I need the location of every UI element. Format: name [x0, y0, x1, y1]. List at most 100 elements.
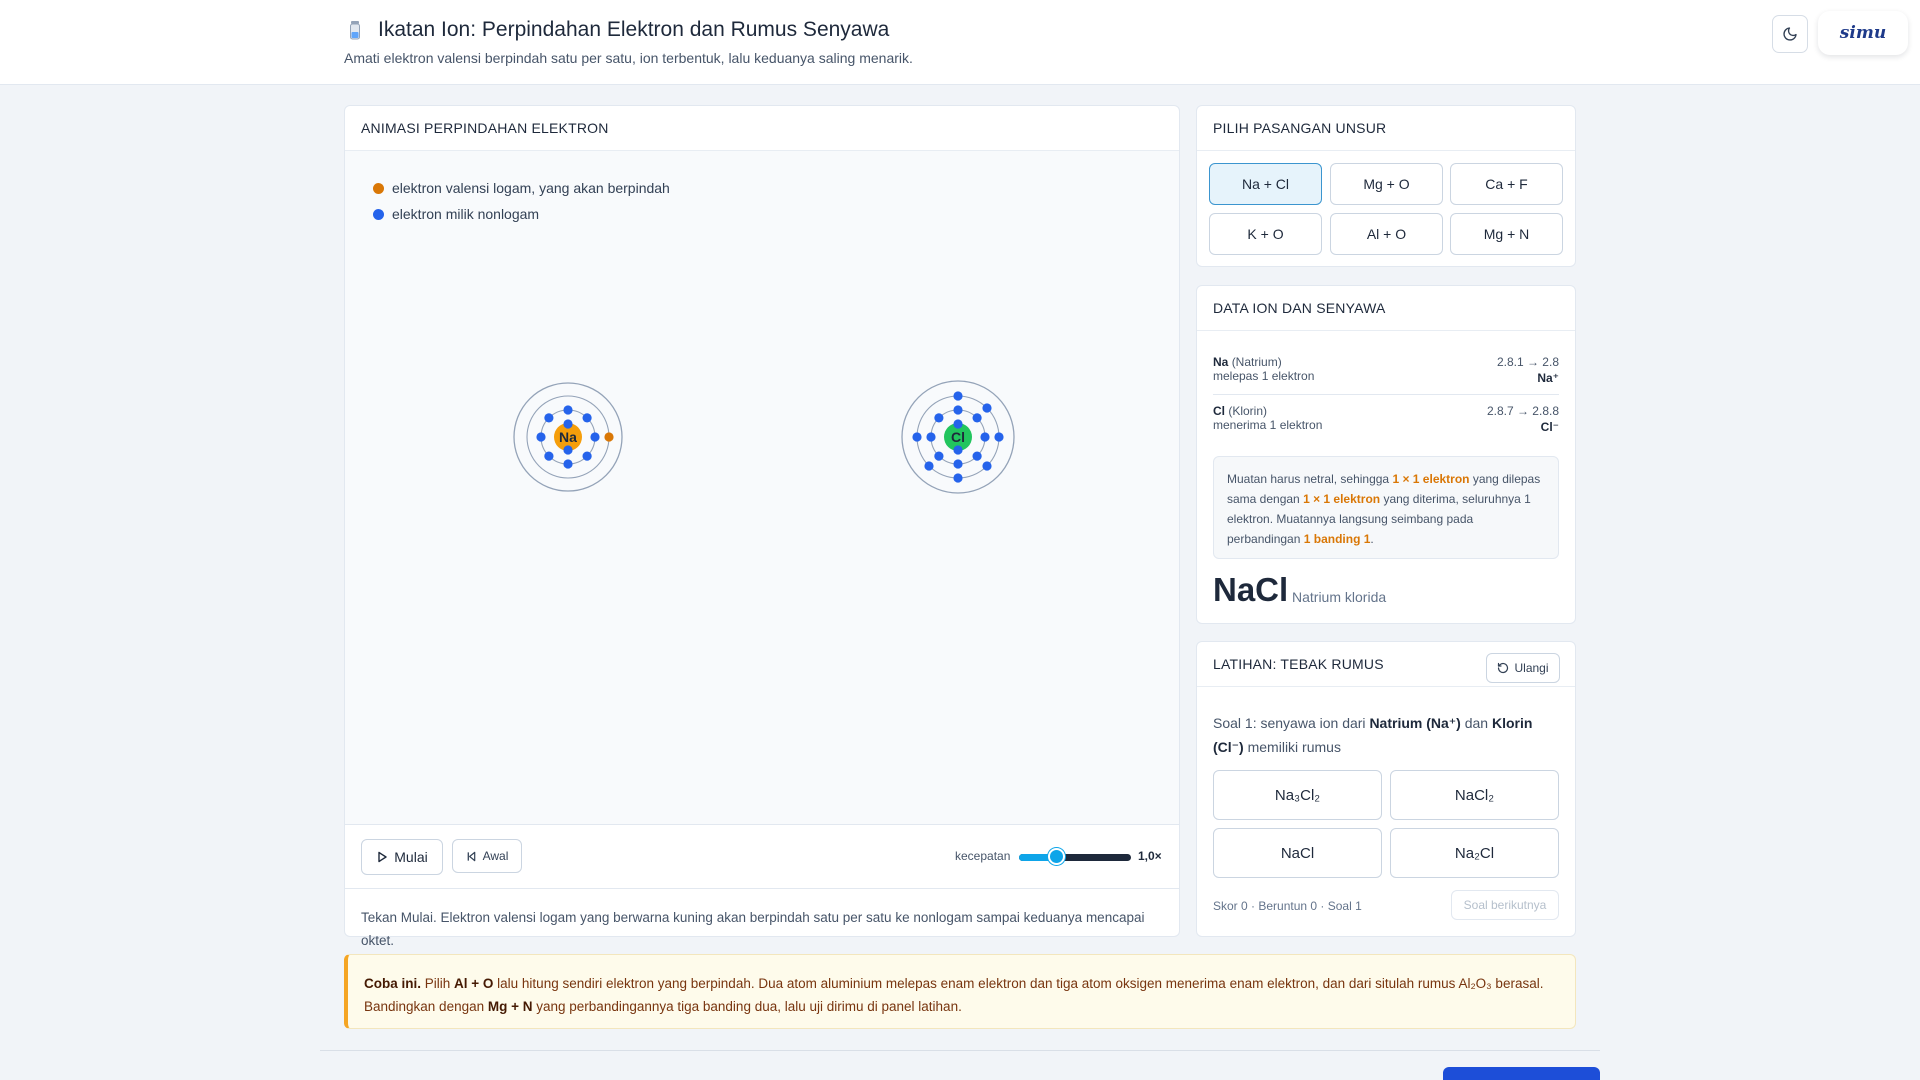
ion-data-heading: DATA ION DAN SENYAWA [1197, 286, 1575, 331]
play-icon [378, 851, 387, 863]
animation-panel: ANIMASI PERPINDAHAN ELEKTRON elektron va… [344, 105, 1180, 948]
electron [934, 413, 944, 423]
nonmetal-ion-row: Cl (Klorin) menerima 1 elektron 2.8.7 → … [1213, 404, 1559, 434]
tip-text-3: yang perbandingannya tiga banding dua, l… [532, 999, 962, 1014]
answer-button-4[interactable]: Na₂Cl [1390, 828, 1559, 878]
pair-heading: PILIH PASANGAN UNSUR [1197, 106, 1575, 151]
electron [934, 451, 944, 461]
animation-heading: ANIMASI PERPINDAHAN ELEKTRON [345, 106, 1179, 151]
electron [982, 403, 992, 413]
reset-label: Awal [482, 849, 509, 863]
question-suffix: memiliki rumus [1243, 739, 1341, 755]
metal-action: melepas 1 elektron [1213, 369, 1315, 383]
start-label: Mulai [394, 849, 428, 865]
pair-button-na-cl[interactable]: Na + Cl [1209, 163, 1322, 205]
nonmetal-ion: Cl⁻ [1540, 420, 1559, 434]
note-text-4: . [1370, 532, 1374, 546]
electron [544, 451, 554, 461]
metal-config: 2.8.1 → 2.8 [1496, 355, 1559, 369]
speed-slider[interactable] [1019, 848, 1131, 865]
title-row: Ikatan Ion: Perpindahan Elektron dan Rum… [344, 18, 889, 42]
quiz-panel: LATIHAN: TEBAK RUMUS Ulangi Soal 1: seny… [1196, 641, 1576, 937]
animation-controls: Mulai Awal kecepatan 1,0× [345, 825, 1179, 889]
electron [536, 432, 546, 442]
simu-logo[interactable]: simu [1818, 11, 1908, 55]
answer-button-2[interactable]: NaCl₂ [1390, 770, 1559, 820]
nonmetal-config: 2.8.7 → 2.8.8 [1486, 404, 1559, 418]
reset-to-start-button[interactable]: Awal [452, 839, 522, 873]
electron [994, 432, 1004, 442]
ion-divider [1213, 394, 1559, 395]
pair-button-ca-f[interactable]: Ca + F [1450, 163, 1563, 205]
note-highlight-1: 1 × 1 elektron [1392, 472, 1470, 486]
top-bar: Ikatan Ion: Perpindahan Elektron dan Rum… [0, 0, 1920, 85]
skip-back-icon [467, 851, 475, 861]
tip-text-1: Pilih [421, 976, 455, 991]
quiz-reset-label: Ulangi [1514, 661, 1549, 675]
atom-diagram: Na Cl [513, 380, 1015, 494]
valence-electron [604, 432, 614, 442]
slider-thumb[interactable] [1047, 848, 1065, 865]
note-highlight-2: 1 × 1 elektron [1303, 492, 1381, 506]
next-question-button[interactable]: Soal berikutnya [1451, 890, 1559, 920]
footer-divider [320, 1050, 1600, 1051]
page-subtitle: Amati elektron valensi berpindah satu pe… [344, 50, 913, 66]
electron [972, 413, 982, 423]
note-text-1: Muatan harus netral, sehingga [1227, 472, 1393, 486]
metal-name: (Natrium) [1231, 355, 1282, 369]
note-highlight-3: 1 banding 1 [1303, 532, 1371, 546]
nonmetal-name: (Klorin) [1228, 404, 1268, 418]
pair-button-mg-o[interactable]: Mg + O [1330, 163, 1443, 205]
footer-button[interactable] [1443, 1067, 1600, 1080]
quiz-score: Skor 0 · Beruntun 0 · Soal 1 [1213, 899, 1362, 913]
rotate-ccw-icon [1498, 662, 1509, 674]
logo-text: simu [1839, 23, 1887, 43]
speed-label: kecepatan [955, 849, 1011, 863]
electron [582, 451, 592, 461]
pair-panel: PILIH PASANGAN UNSUR Na + Cl Mg + O Ca +… [1196, 105, 1576, 267]
tip-callout: Coba ini. Pilih Al + O lalu hitung sendi… [344, 954, 1576, 1029]
electron [563, 445, 573, 455]
start-button[interactable]: Mulai [361, 839, 443, 875]
answer-button-3[interactable]: NaCl [1213, 828, 1382, 878]
metal-symbol: Na [1213, 355, 1229, 369]
animation-stage: elektron valensi logam, yang akan berpin… [345, 151, 1179, 825]
electron [563, 419, 573, 429]
electron [982, 461, 992, 471]
theme-toggle-button[interactable] [1772, 15, 1808, 53]
nonmetal-action: menerima 1 elektron [1213, 418, 1323, 432]
pair-button-k-o[interactable]: K + O [1209, 213, 1322, 255]
answer-button-1[interactable]: Na₃Cl₂ [1213, 770, 1382, 820]
electron [953, 405, 963, 415]
quiz-reset-button[interactable]: Ulangi [1486, 653, 1560, 683]
tip-lead: Coba ini. [364, 976, 421, 991]
ion-data-panel: DATA ION DAN SENYAWA Na (Natrium) melepa… [1196, 285, 1576, 624]
tip-bold-2: Mg + N [487, 999, 533, 1014]
metal-ion: Na⁺ [1537, 371, 1559, 385]
electron [563, 459, 573, 469]
quiz-question: Soal 1: senyawa ion dari Natrium (Na⁺) d… [1213, 711, 1559, 759]
charge-balance-note: Muatan harus netral, sehingga 1 × 1 elek… [1213, 456, 1559, 559]
electron [953, 391, 963, 401]
electron [544, 413, 554, 423]
electron [590, 432, 600, 442]
nonmetal-symbol: Cl [1213, 404, 1225, 418]
question-metal: Natrium (Na⁺) [1369, 715, 1461, 731]
electron [926, 432, 936, 442]
electron [924, 461, 934, 471]
question-mid: dan [1460, 715, 1492, 731]
electron [912, 432, 922, 442]
pair-button-al-o[interactable]: Al + O [1330, 213, 1443, 255]
electron [972, 451, 982, 461]
compound-name: Natrium klorida [1292, 589, 1387, 605]
metal-ion-row: Na (Natrium) melepas 1 elektron 2.8.1 → … [1213, 355, 1559, 385]
electron [582, 413, 592, 423]
compound-formula: NaCl [1213, 571, 1289, 608]
page-title: Ikatan Ion: Perpindahan Elektron dan Rum… [378, 18, 890, 41]
nucleus-symbol: Na [559, 429, 577, 445]
electron [953, 419, 963, 429]
electron [563, 405, 573, 415]
pair-button-mg-n[interactable]: Mg + N [1450, 213, 1563, 255]
electron [953, 473, 963, 483]
moon-icon [1783, 27, 1797, 41]
